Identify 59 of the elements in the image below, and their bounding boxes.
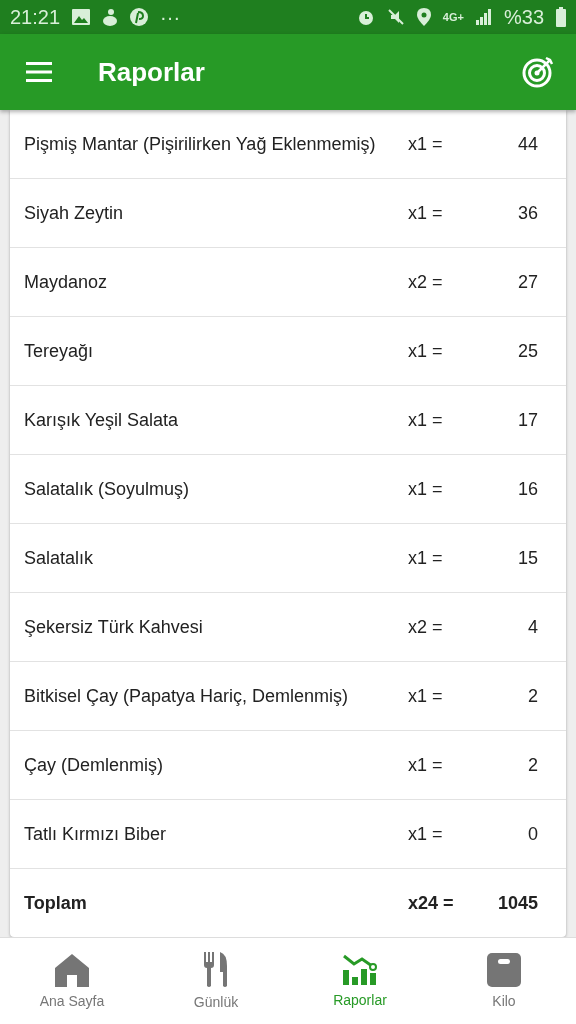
total-value: 1045 [496, 892, 538, 914]
food-name: Salatalık [24, 547, 95, 570]
food-name: Maydanoz [24, 271, 109, 294]
battery-percent: %33 [503, 5, 544, 29]
quantity: x1 = [408, 547, 444, 569]
quantity: x1 = [408, 409, 444, 431]
calorie-value: 36 [516, 202, 538, 224]
food-name: Karışık Yeşil Salata [24, 409, 180, 432]
screen-title: Raporlar [98, 56, 206, 88]
signal-icon [475, 9, 492, 25]
food-name: Çay (Demlenmiş) [24, 754, 165, 777]
menu-icon[interactable] [26, 62, 52, 82]
calorie-value: 16 [516, 478, 538, 500]
total-quantity: x24 = [408, 892, 455, 914]
calorie-value: 25 [516, 340, 538, 362]
mute-icon [386, 8, 405, 26]
figure-icon [102, 8, 119, 26]
network-type: 4G+ [442, 11, 464, 23]
food-name: Tatlı Kırmızı Biber [24, 823, 168, 846]
target-icon[interactable] [522, 56, 554, 88]
nav-tab[interactable]: Raporlar [288, 938, 432, 1024]
nav-tab[interactable]: Günlük [144, 938, 288, 1024]
food-name: Tereyağı [24, 340, 95, 363]
quantity: x1 = [408, 340, 444, 362]
nav-tab[interactable]: Ana Sayfa [0, 938, 144, 1024]
food-name: Bitkisel Çay (Papatya Hariç, Demlenmiş) [24, 685, 350, 708]
quantity: x1 = [408, 133, 444, 155]
quantity: x1 = [408, 478, 444, 500]
image-icon [72, 9, 91, 25]
quantity: x1 = [408, 823, 444, 845]
quantity: x1 = [408, 754, 444, 776]
alarm-icon [356, 8, 375, 26]
quantity: x2 = [408, 271, 444, 293]
more-indicator: ··· [160, 5, 181, 29]
battery-icon [556, 7, 566, 27]
nav-tab[interactable]: Kilo [432, 938, 576, 1024]
food-name: Salatalık (Soyulmuş) [24, 478, 191, 501]
food-name: Şekersiz Türk Kahvesi [24, 616, 204, 639]
status-time: 21:21 [10, 5, 61, 29]
food-name: Pişmiş Mantar (Pişirilirken Yağ Eklenmemiş) [24, 133, 377, 156]
chart-icon [342, 954, 378, 986]
location-icon [416, 8, 431, 26]
calorie-value: 4 [527, 616, 538, 638]
quantity: x1 = [408, 202, 444, 224]
fork-knife-icon [203, 952, 229, 988]
quantity: x1 = [408, 685, 444, 707]
home-icon [54, 953, 90, 987]
food-name: Siyah Zeytin [24, 202, 125, 225]
calorie-value: 0 [527, 823, 538, 845]
total-label: Toplam [24, 892, 88, 915]
scale-icon [487, 953, 521, 987]
calorie-value: 2 [527, 685, 538, 707]
calorie-value: 44 [516, 133, 538, 155]
pin-badge-icon [130, 8, 149, 26]
calorie-value: 17 [516, 409, 538, 431]
calorie-value: 15 [516, 547, 538, 569]
calorie-value: 2 [527, 754, 538, 776]
calorie-value: 27 [516, 271, 538, 293]
quantity: x2 = [408, 616, 444, 638]
